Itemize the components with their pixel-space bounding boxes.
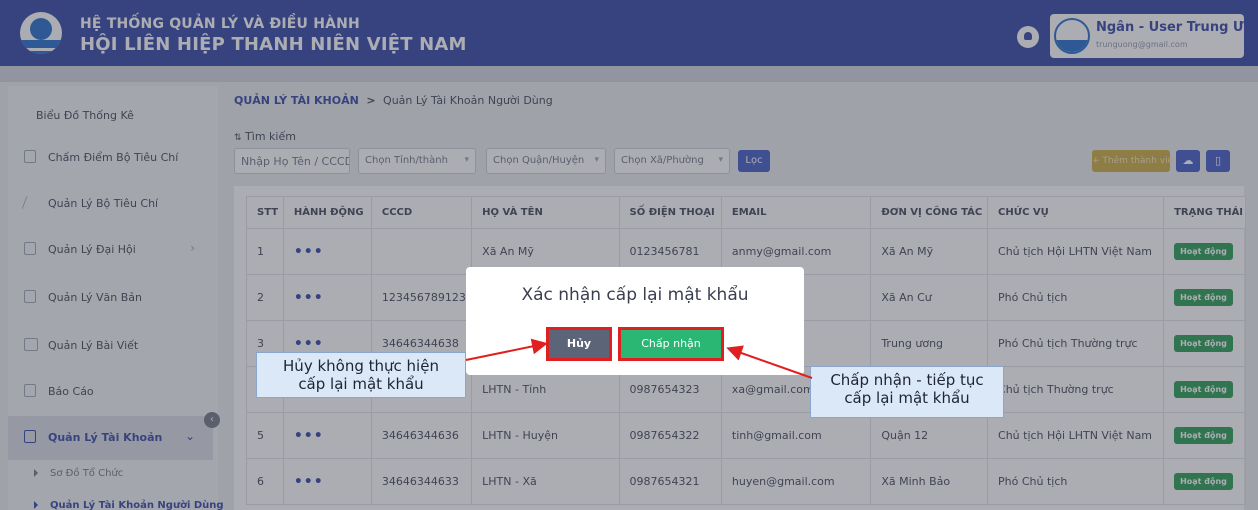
annotation-line: Hủy không thực hiện xyxy=(283,357,439,375)
annotation-line: cấp lại mật khẩu xyxy=(298,375,424,393)
confirm-reset-password-dialog: Xác nhận cấp lại mật khẩu Hủy Chấp nhận xyxy=(466,267,804,375)
modal-backdrop[interactable] xyxy=(0,0,1258,510)
cancel-button[interactable]: Hủy xyxy=(546,327,612,361)
annotation-cancel: Hủy không thực hiện cấp lại mật khẩu xyxy=(256,352,466,398)
accept-button[interactable]: Chấp nhận xyxy=(618,327,724,361)
annotation-accept: Chấp nhận - tiếp tục cấp lại mật khẩu xyxy=(810,366,1004,418)
annotation-line: Chấp nhận - tiếp tục xyxy=(830,371,984,389)
annotation-line: cấp lại mật khẩu xyxy=(844,389,970,407)
dialog-title: Xác nhận cấp lại mật khẩu xyxy=(521,285,749,305)
